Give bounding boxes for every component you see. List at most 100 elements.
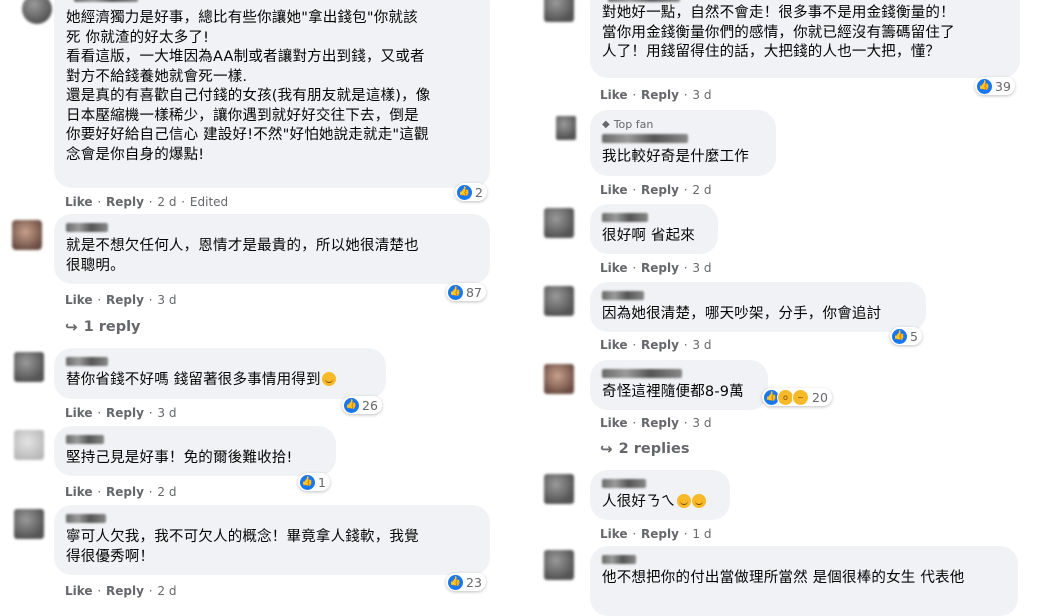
reply-link[interactable]: Reply — [641, 527, 679, 541]
reply-link[interactable]: Reply — [106, 195, 144, 209]
reaction-count[interactable]: 👍 23 — [446, 573, 486, 591]
avatar[interactable] — [544, 550, 574, 580]
reaction-count-value: 26 — [362, 397, 378, 413]
comment: 就是不想欠任何人，恩情才是最貴的，所以她很清楚也 很聰明。 👍 87 Like … — [0, 214, 500, 344]
like-link[interactable]: Like — [600, 338, 628, 352]
like-link[interactable]: Like — [600, 416, 628, 430]
timestamp[interactable]: 3 d — [692, 88, 711, 102]
timestamp[interactable]: 3 d — [157, 406, 176, 420]
reaction-count[interactable]: 👍 26 — [342, 396, 382, 414]
like-link[interactable]: Like — [65, 195, 93, 209]
like-link[interactable]: Like — [65, 293, 93, 307]
reply-link[interactable]: Reply — [641, 338, 679, 352]
reaction-count-value: 20 — [812, 389, 828, 405]
comment-bubble: 替你省錢不好嗎 錢留著很多事情用得到 — [54, 348, 386, 399]
reaction-count[interactable]: 👍 2 — [455, 183, 487, 201]
avatar[interactable] — [544, 286, 574, 316]
view-replies-button[interactable]: ↪ 2 replies — [600, 440, 690, 458]
reply-arrow-icon: ↪ — [65, 318, 78, 336]
reply-link[interactable]: Reply — [106, 485, 144, 499]
avatar[interactable] — [22, 0, 52, 24]
comment: 對她好一點，自然不會走！很多事不是用金錢衡量的！ 當你用金錢衡量你們的感情，你就… — [530, 0, 1060, 106]
comment-bubble: ◆ Top fan 我比較好奇是什麼工作 — [590, 110, 776, 176]
commenter-name[interactable] — [602, 555, 636, 564]
comment-actions: Like · Reply · 3 d — [65, 293, 177, 307]
comment-bubble: 對她好一點，自然不會走！很多事不是用金錢衡量的！ 當你用金錢衡量你們的感情，你就… — [590, 0, 1020, 78]
like-link[interactable]: Like — [65, 406, 93, 420]
diamond-icon: ◆ — [602, 119, 610, 130]
commenter-name[interactable] — [602, 479, 646, 488]
comment-bubble: 就是不想欠任何人，恩情才是最貴的，所以她很清楚也 很聰明。 — [54, 214, 490, 284]
like-link[interactable]: Like — [600, 527, 628, 541]
reaction-count[interactable]: 👍 39 — [975, 77, 1015, 95]
like-link[interactable]: Like — [600, 88, 628, 102]
avatar[interactable] — [556, 116, 576, 140]
reply-link[interactable]: Reply — [106, 406, 144, 420]
like-link[interactable]: Like — [600, 183, 628, 197]
avatar[interactable] — [544, 208, 574, 238]
comment: 奇怪這裡隨便都8-9萬 👍 o ~ 20 Like · Reply · 3 d … — [530, 360, 1060, 466]
avatar[interactable] — [544, 474, 574, 504]
commenter-name[interactable] — [66, 514, 106, 523]
reaction-count[interactable]: 👍 5 — [890, 327, 922, 345]
replies-count-label: 2 replies — [618, 441, 690, 457]
reaction-count-value: 5 — [910, 328, 918, 344]
like-link[interactable]: Like — [600, 261, 628, 275]
timestamp[interactable]: 1 d — [692, 527, 711, 541]
reaction-count[interactable]: 👍 o ~ 20 — [762, 388, 832, 406]
reply-link[interactable]: Reply — [641, 88, 679, 102]
avatar[interactable] — [14, 430, 44, 460]
avatar[interactable] — [14, 509, 44, 539]
timestamp[interactable]: 3 d — [692, 261, 711, 275]
reply-link[interactable]: Reply — [641, 416, 679, 430]
reply-link[interactable]: Reply — [106, 293, 144, 307]
comment-bubble: 很好啊 省起來 — [590, 204, 718, 254]
comment-text: 人很好ㄋㄟ — [602, 493, 718, 513]
commenter-name[interactable] — [66, 435, 104, 444]
comment-text: 很好啊 省起來 — [602, 228, 696, 244]
top-fan-badge[interactable]: ◆ Top fan — [602, 118, 764, 131]
timestamp[interactable]: 3 d — [692, 338, 711, 352]
smile-emoji-icon — [321, 372, 336, 386]
commenter-name[interactable] — [602, 369, 682, 378]
comment-actions: Like · Reply · 3 d — [600, 338, 712, 352]
reaction-count[interactable]: 👍 87 — [446, 283, 486, 301]
comment: 很好啊 省起來 Like · Reply · 3 d — [530, 204, 1060, 280]
comment-bubble: 堅持己見是好事！免的爾後難收拾! — [54, 426, 336, 476]
timestamp[interactable]: 3 d — [692, 416, 711, 430]
smile-emoji-icon — [691, 494, 706, 508]
commenter-name[interactable] — [602, 213, 648, 222]
comment-actions: Like · Reply · 3 d — [600, 261, 712, 275]
comments-column-right: 對她好一點，自然不會走！很多事不是用金錢衡量的！ 當你用金錢衡量你們的感情，你就… — [530, 0, 1060, 616]
comment-bubble: 奇怪這裡隨便都8-9萬 — [590, 360, 768, 410]
timestamp[interactable]: 2 d — [157, 195, 176, 209]
commenter-name[interactable] — [74, 0, 138, 2]
timestamp[interactable]: 2 d — [157, 485, 176, 499]
comment-actions: Like · Reply · 3 d — [600, 416, 712, 430]
commenter-name[interactable] — [602, 134, 688, 143]
sad-emoji-icon: ~ — [792, 388, 809, 406]
comment-actions: Like · Reply · 3 d — [65, 406, 177, 420]
avatar[interactable] — [14, 352, 44, 382]
comment-text: 奇怪這裡隨便都8-9萬 — [602, 384, 744, 400]
like-link[interactable]: Like — [65, 485, 93, 499]
comment: 他不想把你的付出當做理所當然 是個很棒的女生 代表他 — [530, 546, 1060, 616]
reply-link[interactable]: Reply — [641, 261, 679, 275]
avatar[interactable] — [544, 364, 574, 394]
comment: 替你省錢不好嗎 錢留著很多事情用得到 👍 26 Like · Reply · 3… — [0, 348, 500, 424]
comment-text: 替你省錢不好嗎 錢留著很多事情用得到 — [66, 371, 374, 391]
reaction-count[interactable]: 👍 1 — [298, 473, 330, 491]
commenter-name[interactable] — [602, 291, 644, 300]
commenter-name[interactable] — [66, 357, 108, 366]
commenter-name[interactable] — [66, 223, 108, 232]
comment-bubble: 她經濟獨力是好事，總比有些你讓她"拿出錢包"你就該 死 你就渣的好太多了! 看看… — [54, 0, 490, 188]
avatar[interactable] — [12, 220, 42, 250]
reply-link[interactable]: Reply — [641, 183, 679, 197]
reaction-count-value: 23 — [466, 574, 482, 590]
commenter-name[interactable] — [608, 0, 680, 2]
comment: 她經濟獨力是好事，總比有些你讓她"拿出錢包"你就該 死 你就渣的好太多了! 看看… — [0, 0, 500, 212]
view-replies-button[interactable]: ↪ 1 reply — [65, 318, 141, 336]
timestamp[interactable]: 3 d — [157, 293, 176, 307]
avatar[interactable] — [544, 0, 574, 22]
timestamp[interactable]: 2 d — [692, 183, 711, 197]
